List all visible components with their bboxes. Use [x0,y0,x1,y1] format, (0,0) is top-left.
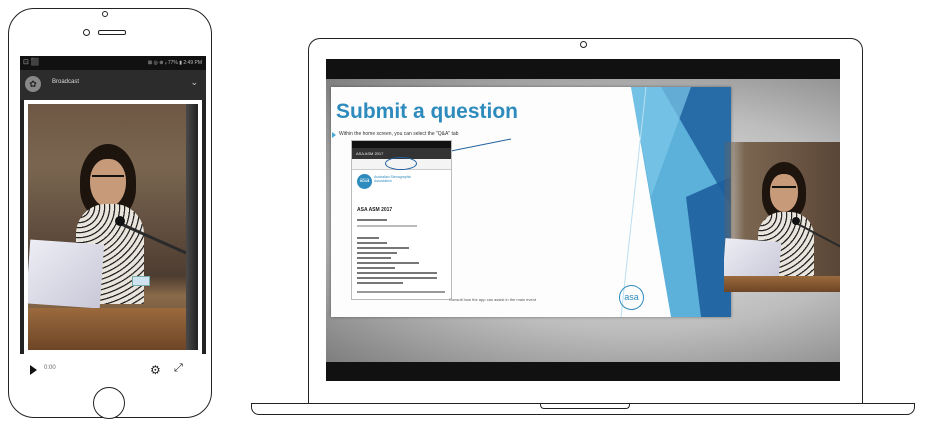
speaker-video [28,104,198,350]
logo-name: Australian Stenographic Association [374,175,412,183]
text-line [357,262,419,264]
speaker-face [90,159,126,207]
video-edge [186,104,198,350]
text-line [357,277,437,279]
podium [724,276,840,292]
text-line [357,225,417,227]
text-line [357,247,409,249]
app-title: Broadcast [52,79,80,85]
text-line [357,272,437,274]
phone-front-camera [83,29,90,36]
status-bar-right: ⊠ ◎ ⊕ ᵢₗ 77% ▮ 2:49 PM [147,60,202,66]
text-line [357,257,391,259]
phone-home-button[interactable] [93,387,125,419]
status-bar-left: ⊡ ⬛ [23,59,40,66]
play-icon[interactable] [30,365,37,375]
speaker-glasses [92,175,124,183]
presentation-slide: Submit a question Within the home screen… [331,87,731,317]
gear-icon[interactable]: ⚙ [150,363,161,377]
text-line [357,219,387,221]
microphone-head [792,217,800,225]
speaker-glasses [772,186,796,192]
chevron-down-icon[interactable]: ⌄ [190,77,198,88]
laptop-camera [580,41,587,48]
screenshot-heading: ASA ASM 2017 [357,207,393,213]
qa-tab-highlight [385,157,417,170]
screenshot-status-bar [352,141,451,148]
text-line [357,282,403,284]
video-controls: 0:00 ⚙ ⤢ [20,354,206,389]
laptop-screen: Submit a question Within the home screen… [326,59,840,381]
text-line [357,267,395,269]
slide-caption: Consult how the app can assist in the ma… [449,297,536,302]
video-player[interactable] [24,100,202,354]
app-bar: ✿ Broadcast ⌄ [20,70,206,100]
laptop-notch [540,403,630,409]
speaker-face [770,174,798,212]
status-bar: ⊡ ⬛ ⊠ ◎ ⊕ ᵢₗ 77% ▮ 2:49 PM [20,56,206,70]
speaker-video-panel [724,142,840,292]
asa-brand-logo: asa [619,285,644,310]
asa-logo-icon: asa [357,174,372,189]
phone-screen: ⊡ ⬛ ⊠ ◎ ⊕ ᵢₗ 77% ▮ 2:49 PM ✿ Broadcast ⌄… [20,56,206,389]
playback-time: 0:00 [44,365,56,371]
stream-area[interactable]: Submit a question Within the home screen… [326,79,840,362]
speaker-paper [28,239,105,309]
app-screenshot: ASA ASM 2017 asa Australian Stenographic… [351,140,452,300]
fullscreen-icon[interactable]: ⤢ [174,362,183,375]
text-line [357,252,397,254]
name-badge [132,276,150,286]
phone-sensor [102,11,108,17]
phone-speaker [98,30,126,35]
slide-title: Submit a question [336,100,519,123]
text-line [357,291,445,293]
text-line [357,242,387,244]
text-line [357,237,379,239]
bullet-icon [332,132,336,138]
microphone-head [115,216,125,226]
app-logo-icon[interactable]: ✿ [25,76,41,92]
slide-bullet: Within the home screen, you can select t… [339,131,459,137]
podium [28,308,198,350]
